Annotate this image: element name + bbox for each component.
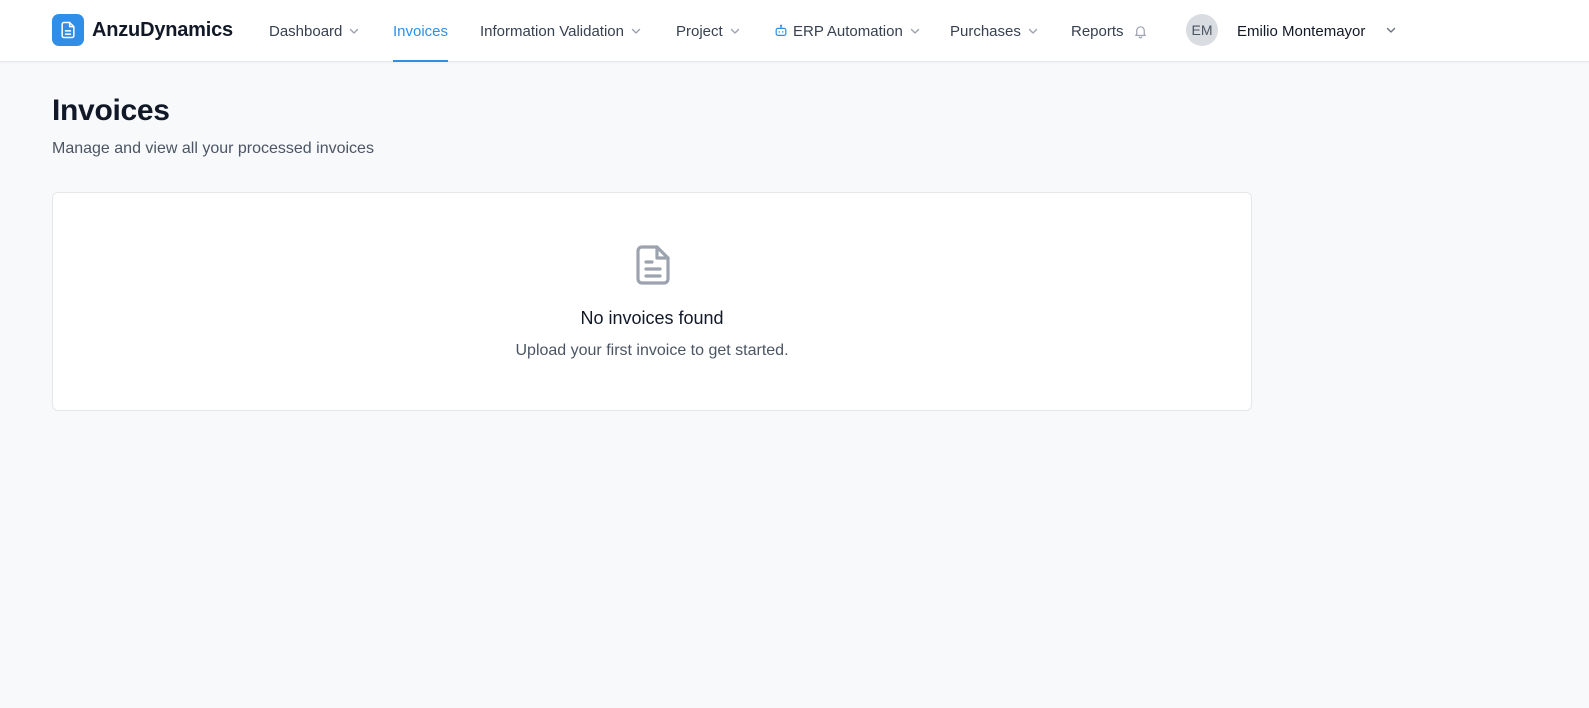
nav-erp-automation[interactable]: ERP Automation bbox=[774, 0, 921, 62]
nav-project[interactable]: Project bbox=[676, 0, 741, 62]
invoices-empty-state-card: No invoices found Upload your first invo… bbox=[52, 192, 1252, 411]
nav-invoices-label: Invoices bbox=[393, 22, 449, 40]
user-menu-chevron-down-icon[interactable] bbox=[1383, 22, 1399, 38]
brand-name: AnzuDynamics bbox=[92, 18, 233, 41]
empty-state-message: Upload your first invoice to get started… bbox=[515, 342, 789, 359]
nav-information-validation[interactable]: Information Validation bbox=[480, 0, 642, 62]
page-subtitle: Manage and view all your processed invoi… bbox=[52, 140, 374, 157]
nav-information-validation-label: Information Validation bbox=[480, 22, 624, 40]
nav-reports-label: Reports bbox=[1071, 22, 1124, 40]
nav-reports[interactable]: Reports bbox=[1071, 0, 1148, 62]
chevron-down-icon bbox=[1027, 25, 1039, 37]
nav-purchases[interactable]: Purchases bbox=[950, 0, 1039, 62]
robot-icon bbox=[774, 24, 788, 38]
empty-state-title: No invoices found bbox=[580, 308, 724, 328]
nav-project-label: Project bbox=[676, 22, 723, 40]
nav-dashboard[interactable]: Dashboard bbox=[269, 0, 360, 62]
top-navbar: AnzuDynamics Dashboard Invoices Informat… bbox=[0, 0, 1589, 62]
chevron-down-icon bbox=[348, 25, 360, 37]
nav-erp-automation-label: ERP Automation bbox=[793, 22, 903, 40]
chevron-down-icon bbox=[909, 25, 921, 37]
bell-icon bbox=[1133, 24, 1148, 39]
nav-invoices[interactable]: Invoices bbox=[393, 0, 449, 62]
user-avatar[interactable]: EM bbox=[1186, 14, 1218, 46]
user-name[interactable]: Emilio Montemayor bbox=[1237, 0, 1365, 62]
brand-logo-link[interactable]: AnzuDynamics bbox=[52, 14, 233, 46]
page-title: Invoices bbox=[52, 94, 170, 127]
document-icon bbox=[629, 241, 677, 289]
chevron-down-icon bbox=[729, 25, 741, 37]
nav-purchases-label: Purchases bbox=[950, 22, 1021, 40]
nav-dashboard-label: Dashboard bbox=[269, 22, 343, 40]
chevron-down-icon bbox=[630, 25, 642, 37]
document-logo-icon bbox=[52, 14, 84, 46]
